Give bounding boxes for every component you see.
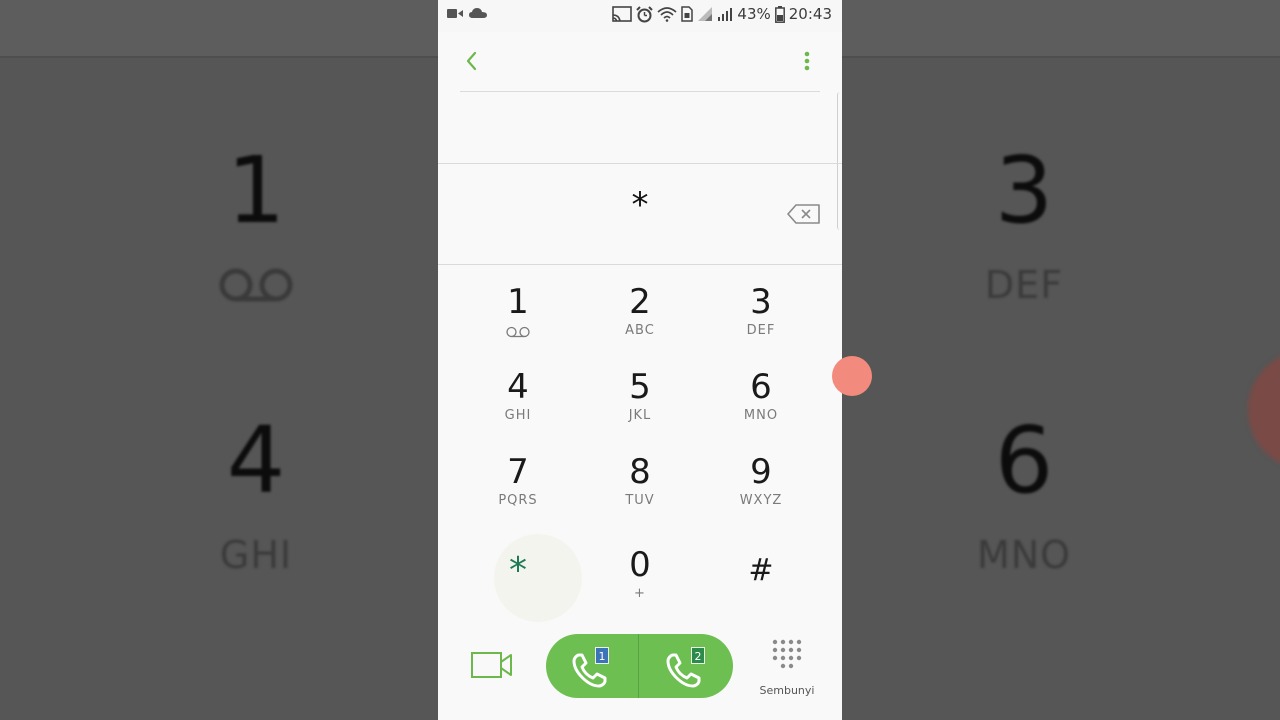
key-9[interactable]: 9 WXYZ bbox=[701, 452, 821, 532]
bg-key-3: 3 DEF bbox=[954, 145, 1094, 308]
sim2-badge: 2 bbox=[691, 647, 705, 664]
bg-key-1: 1 bbox=[186, 145, 326, 237]
key-8[interactable]: 8 TUV bbox=[580, 452, 700, 532]
key-digit: 5 bbox=[629, 367, 651, 407]
key-digit: 6 bbox=[750, 367, 772, 407]
voicemail-icon bbox=[506, 326, 530, 338]
back-button[interactable] bbox=[460, 46, 486, 76]
bg-key-3-digit: 3 bbox=[994, 137, 1054, 244]
alarm-icon bbox=[636, 5, 654, 22]
status-right-icons: 43% 20:43 bbox=[612, 5, 832, 23]
bg-key-4: 4 GHI bbox=[186, 415, 326, 578]
key-letters: DEF bbox=[746, 323, 776, 338]
signal-sim1-icon bbox=[698, 7, 713, 21]
video-call-button[interactable] bbox=[470, 650, 514, 680]
key-letters: WXYZ bbox=[739, 493, 783, 508]
call-sim1-button[interactable]: 1 bbox=[546, 634, 639, 698]
key-3[interactable]: 3 DEF bbox=[701, 282, 821, 362]
video-recording-icon bbox=[447, 9, 463, 18]
key-6[interactable]: 6 MNO bbox=[701, 367, 821, 447]
sim-card-icon bbox=[681, 6, 694, 22]
divider bbox=[438, 163, 842, 164]
top-bar bbox=[438, 32, 842, 92]
key-letters: MNO bbox=[743, 408, 779, 423]
bg-key-6: 6 MNO bbox=[954, 415, 1094, 578]
call-sim2-button[interactable]: 2 bbox=[640, 634, 733, 698]
hide-keypad-button[interactable]: Sembunyi bbox=[756, 636, 818, 706]
status-left-icons bbox=[447, 8, 487, 19]
key-digit: 4 bbox=[507, 367, 529, 407]
battery-icon bbox=[774, 5, 785, 23]
key-digit: 9 bbox=[750, 452, 772, 492]
call-separator bbox=[638, 634, 639, 698]
key-digit: 3 bbox=[750, 282, 772, 322]
key-2[interactable]: 2 ABC bbox=[580, 282, 700, 362]
key-letters: JKL bbox=[628, 408, 652, 423]
video-camera-icon bbox=[471, 652, 512, 678]
sim1-badge: 1 bbox=[595, 647, 609, 664]
bg-key-1-digit: 1 bbox=[226, 137, 286, 244]
hide-keypad-label: Sembunyi bbox=[759, 684, 815, 697]
divider bbox=[438, 264, 842, 265]
key-letters: GHI bbox=[504, 408, 532, 423]
key-star[interactable]: * bbox=[458, 540, 578, 620]
more-options-button[interactable] bbox=[802, 48, 812, 76]
key-digit: 1 bbox=[507, 282, 529, 322]
wifi-icon bbox=[657, 7, 677, 22]
key-digit: 2 bbox=[629, 282, 651, 322]
key-digit: 0 bbox=[629, 545, 651, 585]
floating-red-bubble[interactable] bbox=[832, 356, 872, 396]
key-5[interactable]: 5 JKL bbox=[580, 367, 700, 447]
key-hash[interactable]: # bbox=[701, 540, 821, 620]
keypad-grid-icon bbox=[772, 639, 802, 669]
bg-key-3-letters: DEF bbox=[984, 263, 1064, 307]
key-digit: # bbox=[748, 553, 774, 588]
bg-voicemail-icon bbox=[219, 268, 293, 302]
key-digit: 7 bbox=[507, 452, 529, 492]
key-7[interactable]: 7 PQRS bbox=[458, 452, 578, 532]
key-0[interactable]: 0 + bbox=[580, 545, 700, 625]
backspace-icon bbox=[787, 204, 820, 224]
backspace-button[interactable] bbox=[787, 203, 821, 225]
cloud-icon bbox=[469, 8, 487, 18]
dialed-number-field[interactable]: * bbox=[538, 180, 742, 230]
phone-screen: 43% 20:43 * 1 2 ABC 3 DEF 4 GHI 5 JKL 6 … bbox=[438, 0, 842, 720]
bottom-action-bar: 1 2 Sembunyi bbox=[438, 620, 842, 720]
cast-icon bbox=[612, 6, 633, 22]
bg-key-4-digit: 4 bbox=[226, 407, 286, 514]
top-divider bbox=[460, 91, 820, 92]
scroll-edge-indicator bbox=[837, 92, 842, 230]
signal-sim2-icon bbox=[718, 8, 733, 21]
more-vertical-icon bbox=[804, 51, 810, 71]
bg-key-6-letters: MNO bbox=[976, 533, 1072, 577]
battery-percent: 43% bbox=[737, 5, 771, 23]
key-letters: + bbox=[634, 586, 646, 601]
bg-key-6-digit: 6 bbox=[994, 407, 1054, 514]
bg-red-circle bbox=[1248, 350, 1280, 470]
bg-key-4-letters: GHI bbox=[219, 533, 293, 577]
key-letters: ABC bbox=[625, 323, 655, 338]
call-buttons-group: 1 2 bbox=[546, 634, 733, 698]
status-bar: 43% 20:43 bbox=[438, 0, 842, 32]
key-1[interactable]: 1 bbox=[458, 282, 578, 362]
key-letters: TUV bbox=[625, 493, 655, 508]
clock-time: 20:43 bbox=[788, 5, 832, 23]
key-4[interactable]: 4 GHI bbox=[458, 367, 578, 447]
key-letters: PQRS bbox=[498, 493, 538, 508]
key-digit: 8 bbox=[629, 452, 651, 492]
back-arrow-icon bbox=[466, 51, 477, 71]
key-digit: * bbox=[509, 550, 527, 591]
